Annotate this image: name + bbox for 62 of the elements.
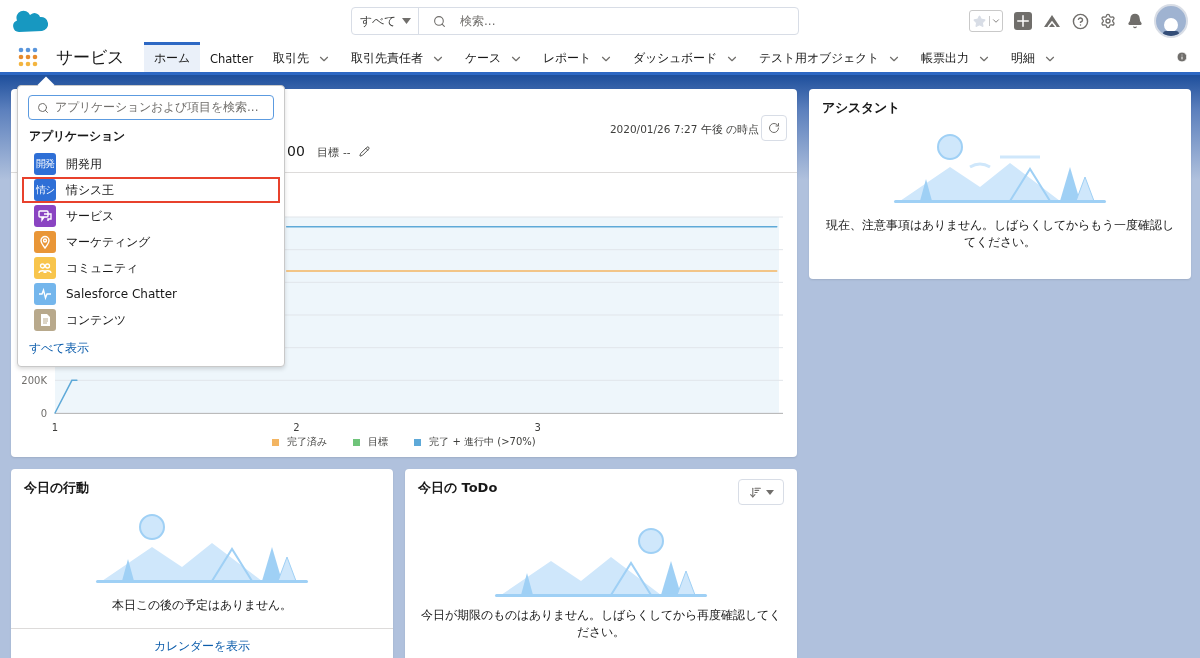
cloud-logo[interactable] bbox=[12, 8, 48, 34]
caret-icon bbox=[765, 489, 774, 495]
app-name: サービス bbox=[56, 45, 124, 69]
app-item[interactable]: コンテンツ bbox=[22, 307, 280, 333]
goal-value: -- bbox=[343, 146, 351, 158]
app-item[interactable]: 情シ 情シス王 bbox=[22, 177, 280, 203]
legend-swatch bbox=[272, 438, 280, 446]
nav-tab[interactable]: ダッシュボード bbox=[623, 42, 750, 72]
nav-tab[interactable]: ケース bbox=[455, 42, 534, 72]
card-title: 今日の行動 bbox=[24, 479, 89, 497]
metric-value: 00 bbox=[287, 143, 305, 159]
card-title: アシスタント bbox=[822, 99, 900, 117]
settings-icon[interactable] bbox=[1100, 13, 1116, 29]
axis-label: 2 bbox=[293, 422, 300, 433]
axis-label: 200K bbox=[21, 374, 47, 386]
nav-tab[interactable]: 明細 bbox=[1001, 42, 1068, 72]
nav-tab[interactable]: Chatter bbox=[200, 42, 264, 72]
empty-message: 今日が期限のものはありません。しばらくしてから再度確認してください。 bbox=[420, 607, 782, 641]
refresh-icon bbox=[768, 122, 780, 134]
show-all-link[interactable]: すべて表示 bbox=[29, 340, 274, 357]
nav-tab[interactable]: テスト用オブジェクト bbox=[749, 42, 912, 72]
axis-label: 0 bbox=[40, 407, 47, 419]
app-item[interactable]: Salesforce Chatter bbox=[22, 281, 280, 307]
card-title: 今日の ToDo bbox=[418, 479, 498, 497]
sort-button[interactable] bbox=[738, 479, 784, 505]
edit-icon[interactable] bbox=[359, 146, 370, 157]
legend-item: 完了 + 進行中 (>70%) bbox=[414, 435, 536, 449]
help-icon[interactable] bbox=[1072, 12, 1089, 30]
axis-label: 3 bbox=[534, 422, 541, 433]
timestamp: 2020/01/26 7:27 午後 の時点 bbox=[609, 123, 759, 137]
refresh-button[interactable] bbox=[761, 115, 787, 141]
nav-tab[interactable]: 取引先責任者 bbox=[341, 42, 456, 72]
info-icon[interactable] bbox=[1176, 51, 1188, 63]
nav-tab[interactable]: レポート bbox=[533, 42, 624, 72]
notifications-icon[interactable] bbox=[1127, 13, 1143, 29]
user-avatar[interactable] bbox=[1154, 4, 1188, 38]
app-icon: 開発 bbox=[34, 153, 56, 175]
app-search-field[interactable]: アプリケーションおよび項目を検索... bbox=[28, 95, 274, 120]
nav-tab[interactable]: 取引先 bbox=[263, 42, 342, 72]
chevron-icon bbox=[989, 16, 1002, 26]
search-icon bbox=[37, 101, 49, 114]
add-icon[interactable] bbox=[1014, 12, 1032, 30]
app-item[interactable]: コミュニティ bbox=[22, 255, 280, 281]
axis-label: 1 bbox=[51, 422, 59, 433]
calendar-link[interactable]: カレンダーを表示 bbox=[11, 629, 393, 655]
star-icon bbox=[973, 14, 986, 28]
empty-message: 本日この後の予定はありません。 bbox=[111, 597, 293, 614]
sort-icon bbox=[748, 485, 762, 499]
section-heading: アプリケーション bbox=[29, 128, 126, 145]
app-item[interactable]: 開発 開発用 bbox=[22, 151, 280, 177]
empty-message: 現在、注意事項はありません。しばらくしてからもう一度確認してください。 bbox=[825, 217, 1175, 251]
legend-swatch bbox=[353, 438, 361, 446]
app-icon: 情シ bbox=[34, 179, 56, 201]
legend-item: 完了済み bbox=[272, 435, 328, 449]
app-launcher-icon[interactable] bbox=[18, 47, 38, 67]
goal-label: 目標 bbox=[317, 146, 339, 160]
nav-tab[interactable]: 帳票出力 bbox=[911, 42, 1002, 72]
legend-item: 目標 bbox=[353, 435, 389, 449]
nav-tab[interactable]: ホーム bbox=[144, 42, 200, 72]
app-item[interactable]: サービス bbox=[22, 203, 280, 229]
app-item[interactable]: マーケティング bbox=[22, 229, 280, 255]
legend-swatch bbox=[414, 438, 422, 446]
